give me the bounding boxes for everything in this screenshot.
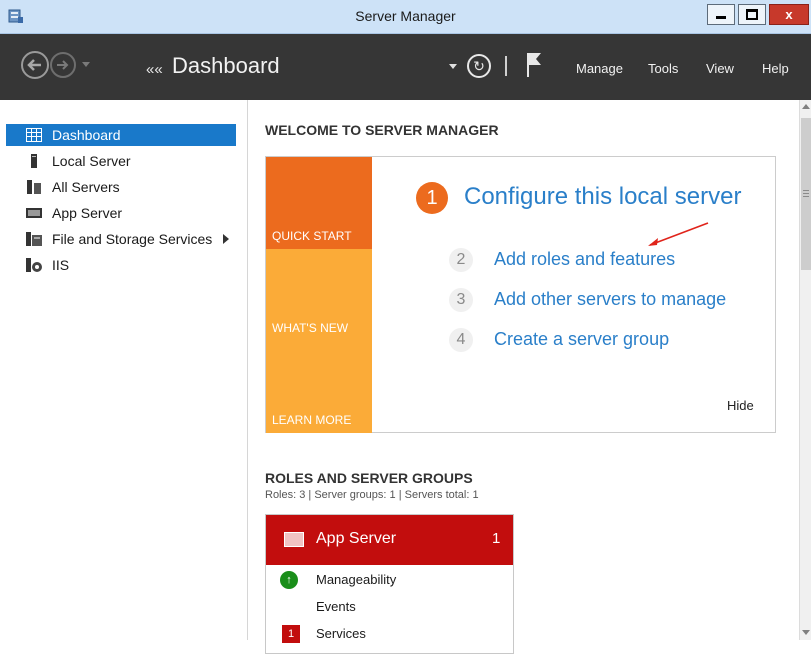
hide-link[interactable]: Hide [727,398,754,413]
forward-arrow-icon [57,60,69,70]
step-4-number: 4 [449,328,473,352]
menu-tools[interactable]: Tools [648,61,678,76]
minimize-icon [716,16,726,19]
expand-arrow-icon[interactable] [223,234,229,244]
refresh-icon: ↻ [473,58,485,74]
sidebar-item-label: All Servers [52,179,120,195]
forward-button[interactable] [50,52,76,78]
sidebar-item-label: Local Server [52,153,131,169]
iis-icon [26,258,42,272]
card-title: App Server [316,530,397,547]
sidebar-item-file-storage[interactable]: File and Storage Services [6,228,236,250]
breadcrumb-arrow-icon: «« [146,61,163,78]
sidebar-item-label: App Server [52,205,123,221]
menu-help[interactable]: Help [762,61,789,76]
sidebar: Dashboard Local Server All Servers App S… [0,100,248,640]
card-count: 1 [492,530,501,547]
minimize-button[interactable] [707,4,735,25]
servers-icon [27,180,41,194]
refresh-dropdown-icon[interactable] [449,64,457,69]
page-title: Dashboard [172,53,280,78]
notifications-flag-icon[interactable] [526,52,542,78]
add-roles-features-link[interactable]: Add roles and features [494,249,675,270]
app-server-icon [284,532,304,547]
tile-quick-start[interactable]: QUICK START [266,157,372,249]
menu-manage[interactable]: Manage [576,61,623,76]
vertical-scrollbar[interactable] [799,100,811,640]
main-content: WELCOME TO SERVER MANAGER QUICK START WH… [248,100,799,654]
maximize-icon [746,9,758,20]
create-server-group-link[interactable]: Create a server group [494,329,669,350]
card-row-manageability[interactable]: ↑ Manageability [266,569,513,591]
sidebar-item-app-server[interactable]: App Server [6,202,236,224]
window-title: Server Manager [355,8,456,24]
history-dropdown-icon[interactable] [82,62,90,67]
close-button[interactable]: x [769,4,809,25]
app-server-icon [26,208,42,218]
card-row-services[interactable]: 1 Services [266,623,513,645]
refresh-button[interactable]: ↻ [467,54,491,78]
header-separator [505,56,507,76]
header-bar: «« Dashboard ↻ Manage Tools View Help [0,34,811,100]
maximize-button[interactable] [738,4,766,25]
sidebar-item-label: Dashboard [52,127,121,143]
step-2-number: 2 [449,248,473,272]
welcome-panel: QUICK START WHAT'S NEW LEARN MORE 1 Conf… [265,156,776,433]
sidebar-item-label: IIS [52,257,70,273]
tile-whats-new[interactable]: WHAT'S NEW [266,249,372,341]
step-3-number: 3 [449,288,473,312]
server-icon [31,154,37,168]
status-up-icon: ↑ [280,571,298,589]
add-other-servers-link[interactable]: Add other servers to manage [494,289,726,310]
card-header[interactable]: App Server 1 [266,515,513,565]
card-row-events[interactable]: Events [266,596,513,618]
dashboard-grid-icon [26,128,42,142]
back-button[interactable] [21,51,49,79]
scroll-up-icon[interactable] [802,104,810,109]
close-icon: x [785,7,793,22]
scroll-thumb[interactable] [801,118,811,270]
roles-summary: Roles: 3 | Server groups: 1 | Servers to… [265,489,479,501]
menu-view[interactable]: View [706,61,734,76]
sidebar-item-local-server[interactable]: Local Server [6,150,236,172]
step-1-number: 1 [416,182,448,214]
tile-learn-more[interactable]: LEARN MORE [266,341,372,433]
scroll-down-icon[interactable] [802,630,810,635]
back-arrow-icon [27,59,41,71]
file-storage-icon [26,232,42,246]
annotation-arrow-icon [648,222,709,246]
title-bar: Server Manager x [0,0,811,34]
roles-heading: ROLES AND SERVER GROUPS [265,470,473,486]
configure-local-server-link[interactable]: Configure this local server [464,183,741,211]
welcome-heading: WELCOME TO SERVER MANAGER [265,122,499,138]
sidebar-item-label: File and Storage Services [52,231,213,247]
server-group-card[interactable]: App Server 1 ↑ Manageability Events 1 Se… [265,514,514,654]
scroll-grip-icon [803,190,809,199]
sidebar-item-dashboard[interactable]: Dashboard [6,124,236,146]
sidebar-item-iis[interactable]: IIS [6,254,236,276]
sidebar-item-all-servers[interactable]: All Servers [6,176,236,198]
alert-count-badge: 1 [282,625,300,643]
